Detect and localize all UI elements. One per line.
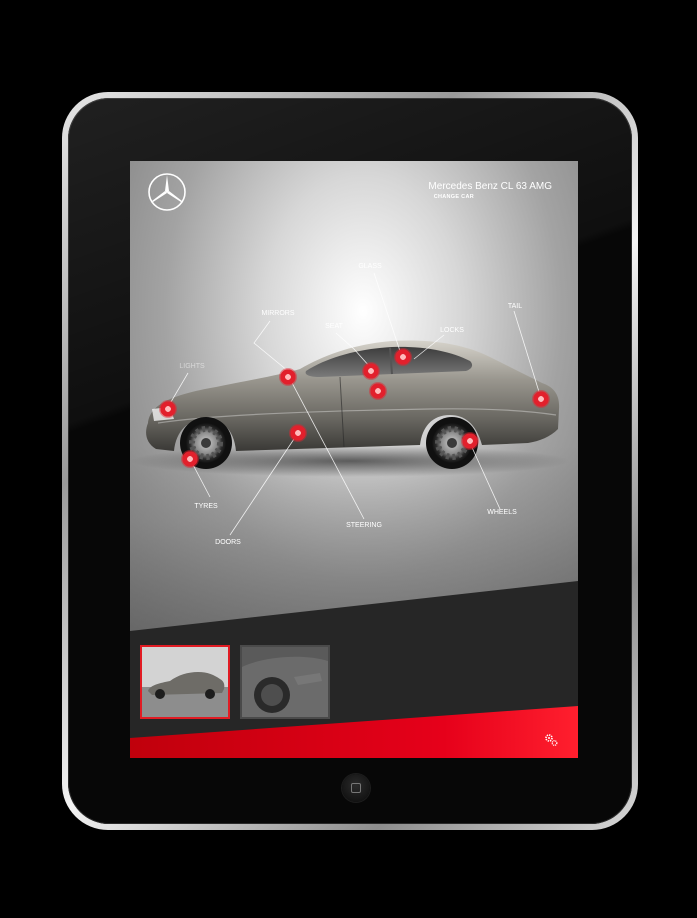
home-square-icon	[351, 783, 361, 793]
change-car-button[interactable]: CHANGE CAR	[434, 194, 474, 200]
label-wheels: WHEELS	[487, 509, 517, 516]
mercedes-star-icon[interactable]	[146, 171, 188, 213]
hotspot-locks[interactable]	[394, 348, 412, 366]
hotspot-seat[interactable]	[362, 362, 380, 380]
label-seat: SEAT	[325, 323, 343, 330]
hotspot-doors[interactable]	[289, 424, 307, 442]
label-doors: DOORS	[215, 539, 241, 546]
hotspot-tyres[interactable]	[181, 450, 199, 468]
label-glass: GLASS	[358, 263, 382, 270]
gear-icon[interactable]	[544, 733, 558, 747]
thumbnail-front-detail-image	[242, 647, 328, 717]
home-button[interactable]	[342, 774, 370, 802]
label-locks: LOCKS	[440, 327, 464, 334]
hotspot-lights[interactable]	[159, 400, 177, 418]
label-tyres: TYRES	[194, 503, 218, 510]
thumbnail-side-view[interactable]	[140, 645, 230, 719]
label-tail: TAIL	[507, 303, 523, 310]
app-screen: GLASS MIRRORS SEAT LOCKS TAIL LIGHTS TYR…	[130, 161, 578, 758]
label-mirrors: MIRRORS	[261, 310, 295, 317]
model-title: Mercedes Benz CL 63 AMG	[428, 181, 552, 192]
thumbnail-side-view-image	[142, 647, 228, 717]
label-lights: LIGHTS	[179, 363, 205, 370]
hotspot-wheels[interactable]	[461, 432, 479, 450]
hotspot-mirrors[interactable]	[279, 368, 297, 386]
thumbnail-front-detail[interactable]	[240, 645, 330, 719]
hotspot-glass[interactable]	[369, 382, 387, 400]
leader-lines	[167, 272, 541, 536]
label-steering: STEERING	[346, 522, 382, 529]
hotspot-tail[interactable]	[532, 390, 550, 408]
